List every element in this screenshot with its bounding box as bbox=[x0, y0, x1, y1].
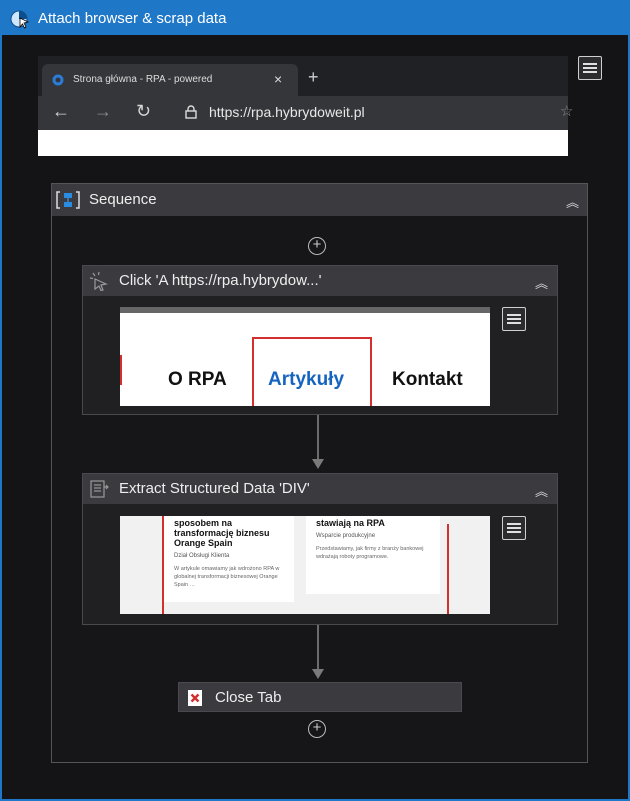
reload-icon[interactable]: ↻ bbox=[136, 101, 151, 122]
click-collapse-icon[interactable]: ︽ bbox=[535, 273, 548, 292]
connector-line bbox=[317, 625, 319, 669]
article-card: sposobem na transformację biznesu Orange… bbox=[164, 516, 294, 602]
click-activity-title: Click 'A https://rpa.hybrydow...' bbox=[119, 272, 322, 289]
add-activity-bottom-icon[interactable]: + bbox=[308, 720, 326, 738]
sequence-title: Sequence bbox=[89, 191, 157, 208]
new-tab-icon[interactable]: + bbox=[308, 67, 319, 88]
edge-favicon-icon bbox=[52, 74, 64, 86]
extract-activity[interactable]: Extract Structured Data 'DIV' ︽ sposobem… bbox=[82, 473, 558, 625]
attach-options-menu-button[interactable] bbox=[578, 56, 602, 80]
click-options-menu-button[interactable] bbox=[502, 307, 526, 331]
sequence-icon bbox=[56, 191, 80, 209]
browser-tab[interactable]: Strona główna - RPA - powered × bbox=[42, 64, 298, 96]
browser-tabstrip: Strona główna - RPA - powered × + bbox=[38, 56, 568, 96]
forward-arrow-icon[interactable]: → bbox=[94, 101, 112, 122]
extract-collapse-icon[interactable]: ︽ bbox=[535, 481, 548, 500]
extract-activity-title: Extract Structured Data 'DIV' bbox=[119, 480, 310, 497]
back-arrow-icon[interactable]: ← bbox=[52, 101, 70, 122]
favorite-star-icon[interactable]: ☆ bbox=[560, 102, 573, 120]
workflow-window: Attach browser & scrap data Strona główn… bbox=[0, 0, 630, 801]
extract-options-menu-button[interactable] bbox=[502, 516, 526, 540]
click-activity-header[interactable]: Click 'A https://rpa.hybrydow...' ︽ bbox=[83, 266, 557, 296]
browser-preview: Strona główna - RPA - powered × + ← → ↻ … bbox=[38, 56, 573, 156]
tab-close-icon[interactable]: × bbox=[274, 71, 282, 87]
click-activity[interactable]: Click 'A https://rpa.hybrydow...' ︽ O RP… bbox=[82, 265, 558, 415]
menu-item-o-rpa: O RPA bbox=[168, 369, 227, 390]
menu-item-kontakt: Kontakt bbox=[392, 369, 463, 390]
address-bar-row: ← → ↻ https://rpa.hybrydoweit.pl ☆ bbox=[38, 96, 573, 130]
window-titlebar: Attach browser & scrap data bbox=[2, 2, 628, 35]
close-tab-activity[interactable]: Close Tab bbox=[178, 682, 462, 712]
close-tab-icon bbox=[188, 690, 202, 706]
page-content-area bbox=[38, 130, 568, 156]
sequence-collapse-icon[interactable]: ︽ bbox=[566, 192, 579, 211]
browser-tab-title: Strona główna - RPA - powered bbox=[73, 74, 213, 85]
extract-target-screenshot: sposobem na transformację biznesu Orange… bbox=[120, 516, 490, 614]
close-tab-title: Close Tab bbox=[215, 689, 282, 706]
connector-line bbox=[317, 415, 319, 459]
click-target-screenshot: O RPA Artykuły Kontakt bbox=[120, 307, 490, 406]
sequence-header[interactable]: Sequence ︽ bbox=[52, 184, 587, 216]
address-url[interactable]: https://rpa.hybrydoweit.pl bbox=[209, 104, 365, 120]
attach-browser-icon bbox=[10, 10, 30, 29]
connector-arrow-icon bbox=[312, 669, 324, 679]
article-card: stawiają na RPA Wsparcie produkcyjne Prz… bbox=[306, 516, 440, 594]
menu-item-artykuly: Artykuły bbox=[268, 369, 345, 390]
window-title: Attach browser & scrap data bbox=[38, 10, 227, 27]
lock-icon bbox=[185, 105, 197, 119]
extract-activity-header[interactable]: Extract Structured Data 'DIV' ︽ bbox=[83, 474, 557, 504]
click-cursor-icon bbox=[89, 271, 108, 291]
connector-arrow-icon bbox=[312, 459, 324, 469]
extract-data-icon bbox=[90, 480, 109, 498]
add-activity-top-icon[interactable]: + bbox=[308, 237, 326, 255]
